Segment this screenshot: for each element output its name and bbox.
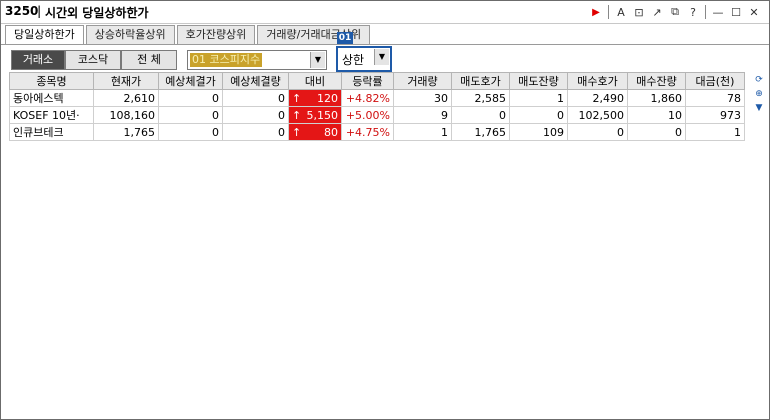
step-badge: 01	[337, 32, 353, 44]
side-controls: ⟳ ⊕ ▼	[752, 74, 766, 114]
current-price: 1,765	[93, 123, 159, 141]
restore-window-icon[interactable]: ⧉	[666, 4, 684, 20]
expected-price: 0	[158, 89, 223, 107]
table-header-row: 종목명 현재가 예상체결가 예상체결량 대비 등락률 거래량 매도호가 매도잔량…	[9, 72, 745, 90]
column-header[interactable]: 거래량	[393, 72, 452, 90]
play-icon[interactable]: ▶	[587, 4, 605, 20]
column-header[interactable]: 매도잔량	[509, 72, 568, 90]
stock-table: 종목명 현재가 예상체결가 예상체결량 대비 등락률 거래량 매도호가 매도잔량…	[9, 72, 745, 141]
column-header[interactable]: 예상체결가	[158, 72, 223, 90]
change-rate: +4.82%	[341, 89, 394, 107]
bid-quantity: 1,860	[627, 89, 686, 107]
tab-volume-amount[interactable]: 거래량/거래대금상위	[257, 25, 371, 44]
up-arrow-icon: ↑	[292, 108, 302, 122]
limit-type-select[interactable]: 상한 ▼	[336, 46, 392, 72]
change-value: 120	[317, 91, 338, 105]
index-combo-value: 01 코스피지수	[190, 53, 263, 67]
column-header[interactable]: 예상체결량	[222, 72, 289, 90]
ask-price: 1,765	[451, 123, 510, 141]
minimize-icon[interactable]: —	[709, 4, 727, 20]
trade-amount: 1	[685, 123, 745, 141]
expected-price: 0	[158, 123, 223, 141]
close-icon[interactable]: ✕	[745, 4, 763, 20]
expected-volume: 0	[222, 89, 289, 107]
bid-quantity: 10	[627, 106, 686, 124]
change-value: 80	[324, 125, 338, 139]
ask-price: 2,585	[451, 89, 510, 107]
trade-amount: 78	[685, 89, 745, 107]
help-icon[interactable]: ?	[684, 4, 702, 20]
segment-kosdaq[interactable]: 코스닥	[65, 50, 121, 70]
chevron-down-icon[interactable]: ▼	[374, 49, 389, 65]
tab-rise-fall-rate[interactable]: 상승하락율상위	[85, 25, 175, 44]
column-header[interactable]: 현재가	[93, 72, 159, 90]
expected-price: 0	[158, 106, 223, 124]
link-icon[interactable]: ↗	[648, 4, 666, 20]
title-separator: |	[37, 4, 42, 18]
tab-order-balance[interactable]: 호가잔량상위	[176, 25, 256, 44]
change-value: 5,150	[306, 108, 339, 122]
change-rate: +4.75%	[341, 123, 394, 141]
ask-quantity: 0	[509, 106, 568, 124]
column-header[interactable]: 종목명	[9, 72, 94, 90]
expected-volume: 0	[222, 106, 289, 124]
column-header[interactable]: 매도호가	[451, 72, 510, 90]
ask-quantity: 1	[509, 89, 568, 107]
tab-daily-limit[interactable]: 당일상하한가	[5, 25, 84, 45]
change-rate: +5.00%	[341, 106, 394, 124]
bid-quantity: 0	[627, 123, 686, 141]
change-cell: ↑ 120	[288, 89, 342, 107]
ask-quantity: 109	[509, 123, 568, 141]
app-window: 3250 | 시간외 당일상하한가 ▶ A ⊡ ↗ ⧉ ? — ☐ ✕ 당일상하…	[0, 0, 770, 420]
toolbar-divider	[705, 5, 706, 19]
current-price: 108,160	[93, 106, 159, 124]
column-header[interactable]: 매수호가	[567, 72, 628, 90]
column-header[interactable]: 대금(천)	[685, 72, 745, 90]
bid-price: 2,490	[567, 89, 628, 107]
font-icon[interactable]: A	[612, 4, 630, 20]
column-header[interactable]: 등락률	[341, 72, 394, 90]
tab-underline	[1, 44, 769, 45]
new-window-icon[interactable]: ⊡	[630, 4, 648, 20]
volume: 30	[393, 89, 452, 107]
trade-amount: 973	[685, 106, 745, 124]
screen-code: 3250	[5, 4, 39, 18]
add-icon[interactable]: ⊕	[752, 88, 766, 100]
maximize-icon[interactable]: ☐	[727, 4, 745, 20]
volume: 1	[393, 123, 452, 141]
volume: 9	[393, 106, 452, 124]
bid-price: 0	[567, 123, 628, 141]
tab-bar: 당일상하한가 상승하락율상위 호가잔량상위 거래량/거래대금상위	[5, 25, 372, 45]
refresh-icon[interactable]: ⟳	[752, 74, 766, 86]
table-row[interactable]: 동아에스텍 2,610 0 0 ↑ 120 +4.82% 30 2,585 1 2…	[9, 89, 745, 107]
change-cell: ↑ 80	[288, 123, 342, 141]
column-header[interactable]: 매수잔량	[627, 72, 686, 90]
change-cell: ↑ 5,150	[288, 106, 342, 124]
stock-name[interactable]: 인큐브테크	[9, 123, 94, 141]
limit-type-value: 상한	[342, 53, 365, 67]
scroll-down-icon[interactable]: ▼	[752, 102, 766, 114]
chevron-down-icon[interactable]: ▼	[310, 52, 325, 68]
bid-price: 102,500	[567, 106, 628, 124]
ask-price: 0	[451, 106, 510, 124]
table-row[interactable]: KOSEF 10년· 108,160 0 0 ↑ 5,150 +5.00% 9 0…	[9, 106, 745, 124]
current-price: 2,610	[93, 89, 159, 107]
column-header[interactable]: 대비	[288, 72, 342, 90]
title-toolbar: ▶ A ⊡ ↗ ⧉ ? — ☐ ✕	[587, 4, 763, 20]
expected-volume: 0	[222, 123, 289, 141]
index-combo[interactable]: 01 코스피지수 ▼	[187, 50, 327, 70]
title-bar: 3250 | 시간외 당일상하한가 ▶ A ⊡ ↗ ⧉ ? — ☐ ✕	[1, 1, 769, 24]
segment-all[interactable]: 전 체	[121, 50, 177, 70]
window-title: 시간외 당일상하한가	[45, 6, 149, 20]
up-arrow-icon: ↑	[292, 125, 302, 139]
stock-name[interactable]: KOSEF 10년·	[9, 106, 94, 124]
segment-kospi[interactable]: 거래소	[11, 50, 65, 70]
stock-name[interactable]: 동아에스텍	[9, 89, 94, 107]
toolbar-divider	[608, 5, 609, 19]
table-row[interactable]: 인큐브테크 1,765 0 0 ↑ 80 +4.75% 1 1,765 109 0…	[9, 123, 745, 141]
up-arrow-icon: ↑	[292, 91, 302, 105]
